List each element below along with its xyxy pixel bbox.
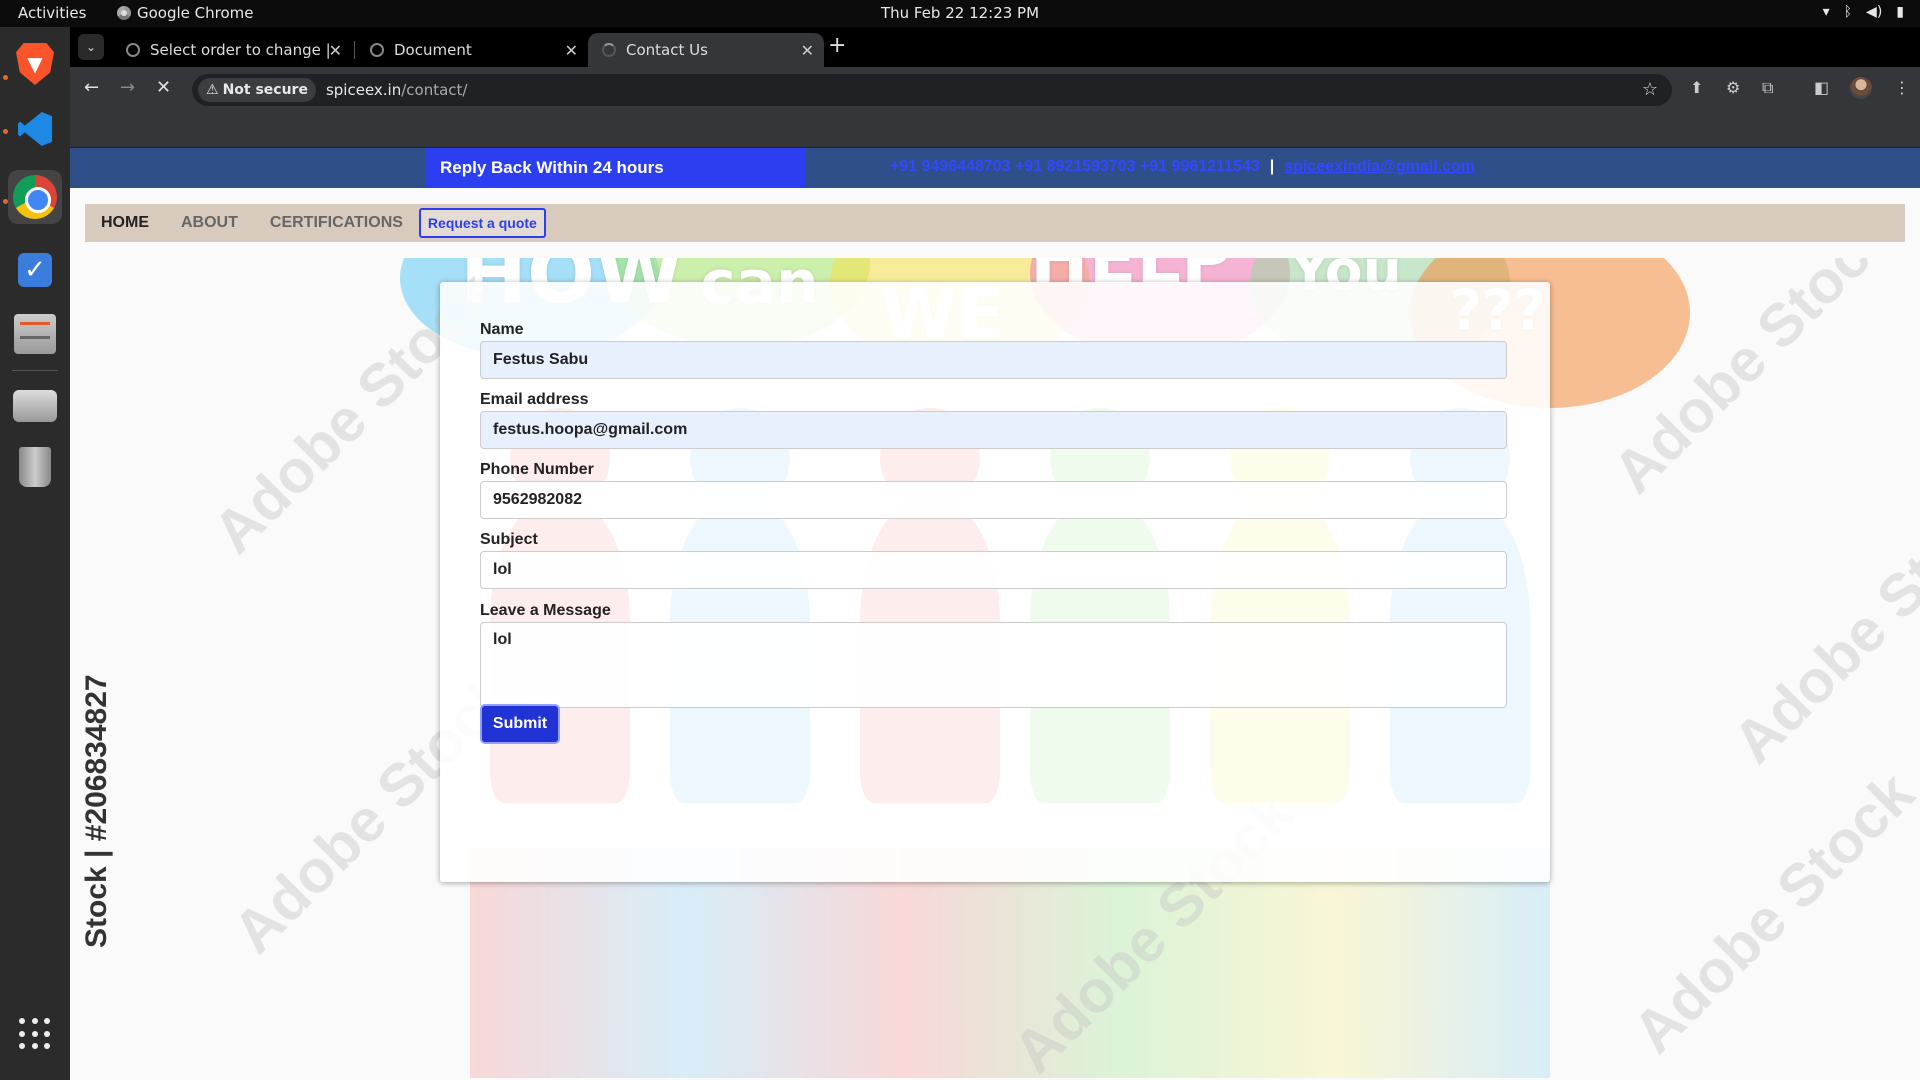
battery-icon: ▮ [1896, 4, 1904, 20]
security-chip[interactable]: ⚠ Not secure [198, 78, 316, 102]
nav-home[interactable]: HOME [101, 214, 149, 232]
dock-separator [12, 370, 58, 371]
dock: ▼ ✓ [0, 27, 70, 1080]
email-label: Email address [480, 391, 589, 408]
address-bar[interactable]: ⚠ Not secure spiceex.in/contact/ ☆ [192, 74, 1672, 106]
dock-file-cabinet[interactable] [8, 307, 62, 361]
back-button[interactable]: ← [84, 77, 99, 98]
contact-form: Name Email address Phone Number Subject … [440, 282, 1550, 882]
chevron-down-icon: ⌄ [85, 40, 97, 54]
tab-title: Select order to change | [150, 41, 331, 59]
vscode-icon [14, 108, 56, 150]
profile-avatar[interactable] [1850, 77, 1872, 99]
bookmark-bar [70, 112, 1920, 148]
tab-contact-us[interactable]: Contact Us ✕ [588, 33, 824, 67]
clock[interactable]: Thu Feb 22 12:23 PM [0, 4, 1920, 22]
url-host: spiceex.in [325, 81, 402, 99]
tab-title: Document [394, 41, 472, 59]
globe-icon [370, 43, 384, 57]
loading-spinner-icon [602, 43, 616, 57]
url-text[interactable]: spiceex.in/contact/ [326, 81, 468, 99]
warning-icon: ⚠ [206, 82, 219, 98]
bluetooth-icon: ᛒ [1843, 4, 1853, 20]
separator: | [1269, 158, 1275, 175]
close-tab-icon[interactable]: ✕ [329, 41, 342, 60]
system-tray[interactable]: ▾ ᛒ ◀) ▮ [1823, 4, 1904, 20]
show-apps-button[interactable] [8, 1007, 62, 1061]
extensions-puzzle-icon[interactable]: ⧉ [1762, 78, 1773, 98]
email-link[interactable]: spiceexindia@gmail.com [1284, 158, 1475, 175]
stop-loading-button[interactable]: ✕ [156, 77, 171, 98]
close-tab-icon[interactable]: ✕ [565, 41, 578, 60]
submit-button[interactable]: Submit [480, 704, 560, 744]
tab-document[interactable]: Document ✕ [356, 33, 588, 67]
message-label: Leave a Message [480, 602, 611, 619]
side-panel-icon[interactable]: ◧ [1814, 78, 1829, 97]
phone-label: Phone Number [480, 461, 594, 478]
disk-icon [13, 390, 57, 422]
app-grid-icon [19, 1018, 51, 1050]
dock-disk[interactable] [8, 379, 62, 433]
close-tab-icon[interactable]: ✕ [801, 41, 814, 60]
checkmark-icon: ✓ [18, 253, 52, 287]
extension-icon[interactable]: ⬆ [1690, 78, 1703, 97]
security-label: Not secure [222, 82, 308, 98]
file-cabinet-icon [14, 314, 56, 354]
dock-brave[interactable]: ▼ [8, 37, 62, 91]
dock-trash[interactable] [8, 440, 62, 494]
brave-icon: ▼ [16, 43, 54, 85]
request-quote-button[interactable]: Request a quote [418, 208, 546, 238]
system-top-bar: Activities Google Chrome Thu Feb 22 12:2… [0, 0, 1920, 27]
site-nav: HOME ABOUT CERTIFICATIONS Request a quot… [85, 204, 1905, 242]
phone-numbers[interactable]: +91 9496448703 +91 8921593703 +91 996121… [890, 158, 1260, 175]
extension-gear-icon[interactable]: ⚙ [1726, 78, 1740, 97]
nav-certifications[interactable]: CERTIFICATIONS [270, 214, 403, 232]
watermark: Adobe Stock [1720, 469, 1920, 776]
tab-title: Contact Us [626, 41, 708, 59]
trash-icon [19, 447, 51, 487]
wifi-icon: ▾ [1822, 4, 1830, 20]
forward-button[interactable]: → [120, 77, 135, 98]
nav-about[interactable]: ABOUT [181, 214, 238, 232]
phone-field[interactable] [480, 481, 1507, 519]
contact-bar: Reply Back Within 24 hours +91 949644870… [70, 148, 1920, 188]
tab-divider [354, 41, 355, 59]
dock-tasks[interactable]: ✓ [8, 243, 62, 297]
new-tab-button[interactable]: + [828, 33, 846, 58]
page-viewport: Reply Back Within 24 hours +91 949644870… [70, 148, 1920, 1080]
dock-vscode[interactable] [8, 102, 62, 156]
name-field[interactable] [480, 341, 1507, 379]
email-field[interactable] [480, 411, 1507, 449]
subject-label: Subject [480, 531, 538, 548]
subject-field[interactable] [480, 551, 1507, 589]
menu-kebab-icon[interactable]: ⋮ [1894, 78, 1910, 97]
contact-info: +91 9496448703 +91 8921593703 +91 996121… [890, 158, 1475, 176]
tab-select-order[interactable]: Select order to change | ✕ [112, 33, 352, 67]
message-textarea[interactable]: lol [480, 622, 1507, 708]
volume-icon: ◀) [1866, 4, 1883, 20]
name-label: Name [480, 321, 524, 338]
dock-chrome[interactable] [8, 170, 62, 224]
tab-strip: ⌄ Select order to change | ✕ Document ✕ … [70, 27, 1920, 67]
stock-image-id: Stock | #206834827 [80, 674, 113, 948]
bookmark-star-icon[interactable]: ☆ [1642, 79, 1658, 100]
tab-search-button[interactable]: ⌄ [78, 34, 104, 60]
url-path: /contact/ [401, 81, 468, 99]
globe-icon [126, 43, 140, 57]
chrome-icon [13, 175, 57, 219]
reply-banner: Reply Back Within 24 hours [425, 148, 805, 188]
watermark: Adobe Stock [1620, 759, 1920, 1066]
browser-toolbar: ← → ✕ ⚠ Not secure spiceex.in/contact/ ☆… [70, 67, 1920, 112]
